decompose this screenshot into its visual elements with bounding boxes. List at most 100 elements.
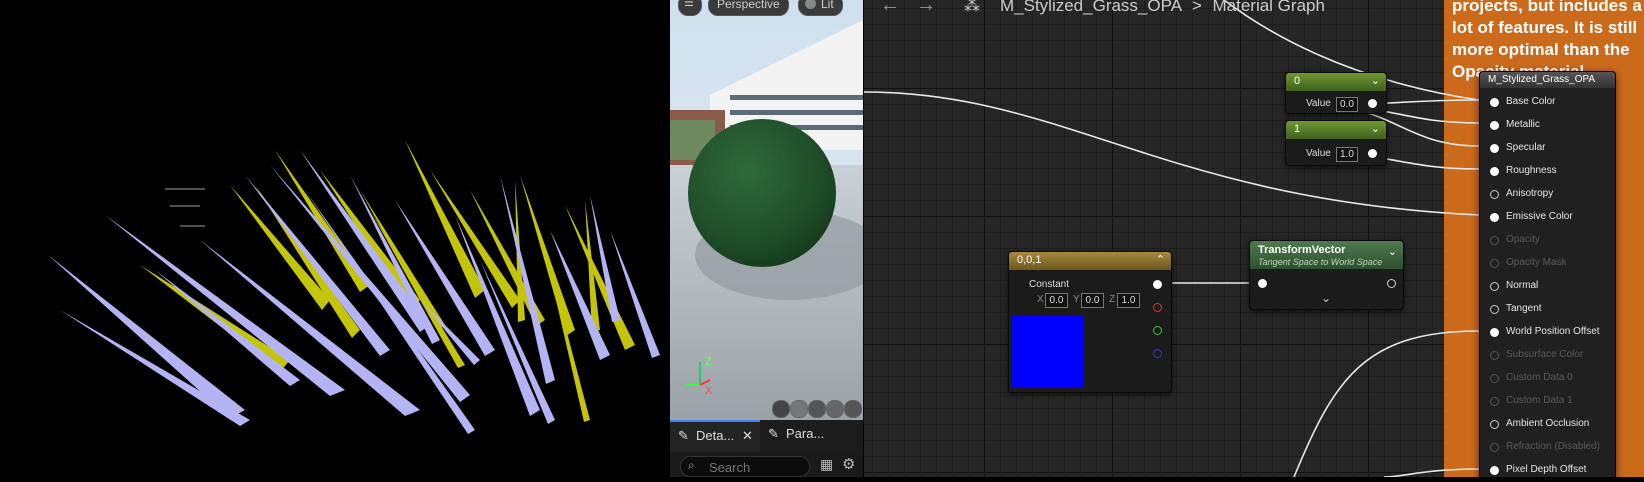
chevron-down-icon[interactable]: ⌄ [1371,73,1380,90]
preview-cube-icon[interactable] [826,400,844,418]
preview-sphere-icon[interactable] [790,400,808,418]
node-subtitle: Tangent Space to World Space [1258,257,1383,267]
input-label: Opacity [1506,234,1540,245]
input-pin[interactable] [1490,121,1499,130]
value-label: Value [1306,148,1331,159]
input-label: Opacity Mask [1506,257,1567,268]
scalar-node-0[interactable]: 0 ⌄ Value 0.0 [1285,72,1387,114]
search-input[interactable] [707,458,807,476]
input-pin[interactable] [1490,466,1499,475]
input-pin[interactable] [1490,305,1499,314]
breadcrumb: M_Stylized_Grass_OPA > Material Graph [1000,0,1325,16]
axis-z-label: Z [705,356,712,368]
details-search-box[interactable]: ⌕ [680,456,810,477]
expand-chevron-icon[interactable]: ⌄ [1321,291,1331,305]
preview-scene [670,0,863,420]
input-label: Custom Data 0 [1506,372,1573,383]
y-label: Y [1073,294,1080,305]
close-icon[interactable]: ✕ [742,428,753,444]
node-title: 1 [1294,123,1301,135]
input-label: Subsurface Color [1506,349,1584,360]
input-label: Custom Data 1 [1506,395,1573,406]
input-label: Tangent [1506,303,1542,314]
y-value-field[interactable]: 0.0 [1081,293,1104,308]
input-label: Anisotropy [1506,188,1554,199]
forward-arrow-icon[interactable]: → [916,0,936,17]
breadcrumb-asset[interactable]: M_Stylized_Grass_OPA [1000,0,1181,15]
color-swatch [1011,316,1083,388]
input-pin[interactable] [1490,259,1499,268]
z-label: Z [1109,294,1116,305]
material-preview-panel: Z X ☰ Perspective Lit ✎ Deta... ✕ ✎ Para… [670,0,863,477]
input-pin[interactable] [1490,98,1499,107]
node-header: 0 ⌄ [1286,73,1386,91]
preview-sphere [688,119,836,267]
preview-viewport[interactable]: Z X ☰ Perspective Lit [670,0,863,420]
transform-vector-node[interactable]: TransformVector Tangent Space to World S… [1249,240,1404,310]
input-pin[interactable] [1490,420,1499,429]
scalar-node-1[interactable]: 1 ⌄ Value 1.0 [1285,120,1387,166]
input-label: Roughness [1506,165,1557,176]
viewport-menu-button[interactable]: ☰ [678,0,702,16]
chevron-down-icon[interactable]: ⌄ [1388,244,1397,261]
input-pin[interactable] [1490,190,1499,199]
input-pin[interactable] [1490,167,1499,176]
input-pin[interactable] [1258,279,1267,288]
node-header: TransformVector Tangent Space to World S… [1250,241,1403,269]
chevron-down-icon[interactable]: ⌄ [1371,121,1380,138]
node-title: 0 [1294,75,1301,87]
preview-plane-icon[interactable] [808,400,826,418]
lit-label: Lit [821,0,834,11]
input-pin[interactable] [1490,236,1499,245]
input-label: Specular [1506,142,1546,153]
input-label: Emissive Color [1506,211,1573,222]
tab-parameters[interactable]: ✎ Para... [762,420,862,452]
lit-mode-icon [805,0,816,9]
input-pin[interactable] [1490,282,1499,291]
breadcrumb-graph[interactable]: Material Graph [1213,0,1325,15]
input-label: World Position Offset [1506,326,1600,337]
input-label: Metallic [1506,119,1540,130]
output-pin-g[interactable] [1153,326,1162,335]
input-pin[interactable] [1490,443,1499,452]
input-pin[interactable] [1490,374,1499,383]
value-field[interactable]: 1.0 [1336,147,1358,162]
preview-cylinder-icon[interactable] [772,400,790,418]
output-pin-rgb[interactable] [1153,280,1162,289]
output-pin[interactable] [1368,99,1377,108]
output-pin-b[interactable] [1153,349,1162,358]
tab-parameters-label: Para... [786,426,825,441]
input-pin[interactable] [1490,397,1499,406]
lit-button[interactable]: Lit [798,0,843,16]
output-pin[interactable] [1368,149,1377,158]
material-result-node[interactable]: M_Stylized_Grass_OPA Base Color Metallic S… [1479,71,1616,477]
output-pin-r[interactable] [1153,303,1162,312]
gear-icon[interactable]: ⚙ [842,455,855,473]
material-graph-canvas[interactable]: projects, but includes a lot of features… [864,0,1644,477]
back-arrow-icon[interactable]: ← [880,0,900,17]
table-view-icon[interactable]: ▦ [820,456,833,473]
details-tab-bar: ✎ Deta... ✕ ✎ Para... [670,420,863,452]
chevron-up-icon[interactable]: ⌃ [1156,252,1165,269]
input-label: Ambient Occlusion [1506,418,1590,429]
constant3-node[interactable]: 0,0,1 ⌃ Constant X 0.0 Y 0.0 Z 1.0 [1008,251,1172,393]
input-pin[interactable] [1490,328,1499,337]
constant-label: Constant [1029,279,1070,290]
x-value-field[interactable]: 0.0 [1045,293,1068,308]
value-field[interactable]: 0.0 [1336,97,1358,112]
x-label: X [1037,294,1044,305]
grass-blades-render [48,140,660,434]
preview-mesh-icon[interactable] [844,400,862,418]
grass-viewport[interactable] [0,0,666,477]
input-pin[interactable] [1490,144,1499,153]
node-header: 1 ⌄ [1286,121,1386,139]
tab-details[interactable]: ✎ Deta... ✕ [670,420,760,452]
graph-hierarchy-icon[interactable]: ⁂ [964,0,980,16]
perspective-button[interactable]: Perspective [708,0,789,16]
input-pin[interactable] [1490,213,1499,222]
output-pin[interactable] [1387,279,1396,288]
graph-toolbar: ← → ⁂ M_Stylized_Grass_OPA > Material Gr… [864,0,1644,17]
axis-x-label: X [705,385,713,397]
input-pin[interactable] [1490,351,1499,360]
z-value-field[interactable]: 1.0 [1117,293,1140,308]
